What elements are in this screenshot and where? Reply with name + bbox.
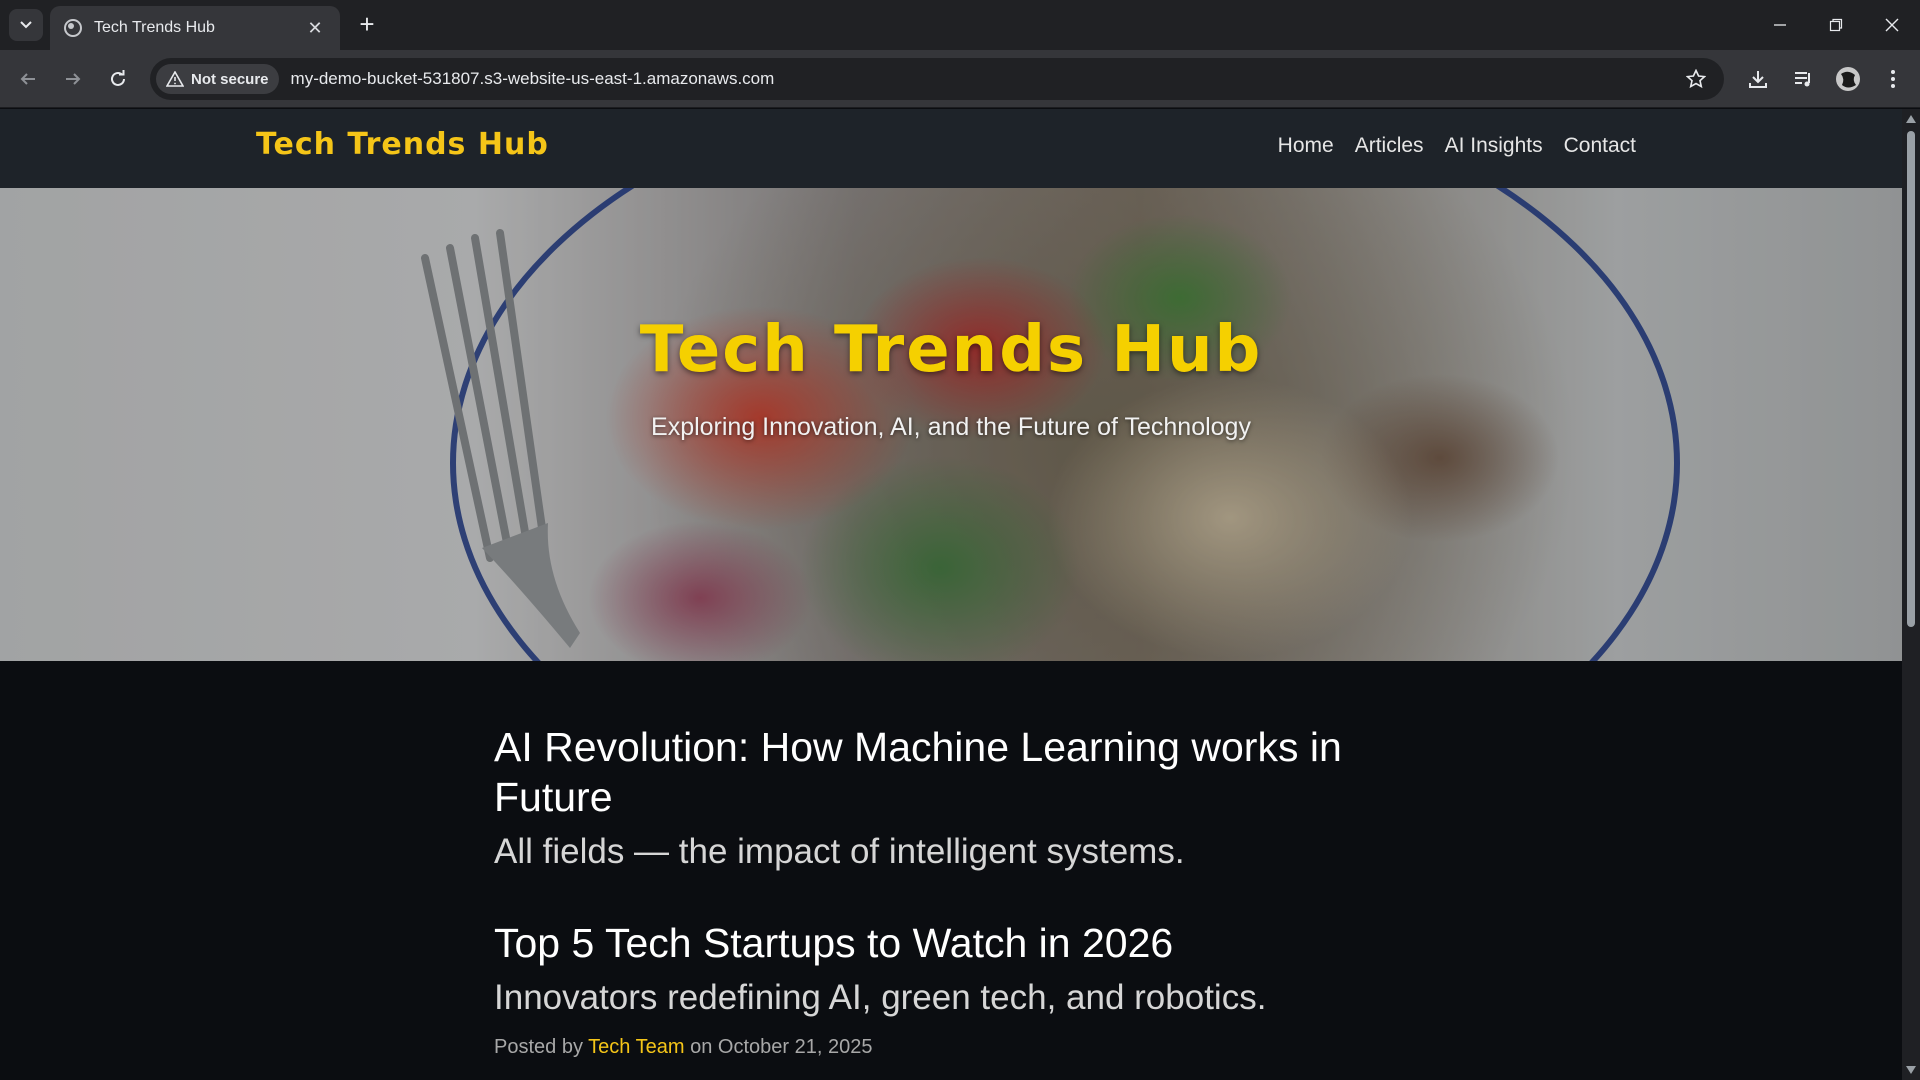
minimize-button[interactable] — [1752, 0, 1808, 50]
nav-link-articles[interactable]: Articles — [1355, 134, 1424, 158]
forward-button[interactable] — [55, 61, 91, 97]
arrow-right-icon — [66, 73, 81, 85]
article-title[interactable]: Top 5 Tech Startups to Watch in 2026 — [494, 918, 1414, 968]
site-header: Tech Trends Hub Home Articles AI Insight… — [0, 109, 1902, 188]
window-controls — [1752, 0, 1920, 50]
media-controls-button[interactable] — [1785, 61, 1821, 97]
reload-button[interactable] — [100, 61, 136, 97]
hero-title: Tech Trends Hub — [639, 313, 1263, 387]
browser-tab[interactable]: Tech Trends Hub ✕ — [50, 6, 340, 50]
downloads-button[interactable] — [1740, 61, 1776, 97]
nav-link-contact[interactable]: Contact — [1564, 134, 1636, 158]
url-text[interactable]: my-demo-bucket-531807.s3-website-us-east… — [291, 69, 1676, 89]
nav-link-home[interactable]: Home — [1278, 134, 1334, 158]
bookmark-button[interactable] — [1676, 59, 1716, 99]
article-card: Top 5 Tech Startups to Watch in 2026 Inn… — [494, 918, 1414, 1059]
address-bar[interactable]: Not secure my-demo-bucket-531807.s3-webs… — [150, 58, 1724, 100]
hero-subtitle: Exploring Innovation, AI, and the Future… — [651, 413, 1251, 441]
page-scrollbar[interactable] — [1902, 109, 1920, 1080]
security-label: Not secure — [191, 70, 269, 88]
close-icon — [1885, 18, 1899, 32]
tab-strip: Tech Trends Hub ✕ + — [0, 0, 1920, 50]
browser-toolbar: Not secure my-demo-bucket-531807.s3-webs… — [0, 50, 1920, 108]
article-subtitle: All fields — the impact of intelligent s… — [494, 832, 1185, 871]
article-card: AI Revolution: How Machine Learning work… — [494, 722, 1414, 874]
article-date: October 21, 2025 — [717, 1036, 873, 1058]
playlist-icon — [1795, 72, 1810, 87]
article-list: AI Revolution: How Machine Learning work… — [494, 722, 1414, 1080]
profile-button[interactable] — [1830, 61, 1866, 97]
nav-link-ai-insights[interactable]: AI Insights — [1445, 134, 1543, 158]
close-window-button[interactable] — [1864, 0, 1920, 50]
scroll-up-arrow-icon[interactable] — [1906, 115, 1916, 123]
close-tab-icon[interactable]: ✕ — [304, 18, 326, 39]
warning-icon — [166, 71, 184, 87]
download-icon — [1749, 71, 1767, 88]
new-tab-button[interactable]: + — [353, 10, 381, 38]
chevron-down-icon — [20, 21, 32, 29]
restore-icon — [1829, 18, 1843, 32]
reload-icon — [111, 70, 125, 86]
arrow-left-icon — [20, 73, 35, 85]
meta-on: on — [690, 1036, 713, 1058]
tab-title: Tech Trends Hub — [94, 19, 215, 36]
tab-search-button[interactable] — [9, 9, 43, 41]
scroll-thumb[interactable] — [1907, 131, 1915, 627]
meta-prefix: Posted by — [494, 1036, 583, 1058]
page-viewport: Tech Trends Hub Home Articles AI Insight… — [0, 109, 1902, 1080]
kebab-menu-icon — [1891, 70, 1895, 88]
star-icon — [1686, 69, 1706, 89]
security-indicator[interactable]: Not secure — [156, 64, 279, 94]
back-button[interactable] — [10, 61, 46, 97]
menu-button[interactable] — [1875, 61, 1911, 97]
globe-icon — [64, 19, 82, 37]
scroll-down-arrow-icon[interactable] — [1906, 1066, 1916, 1074]
article-title[interactable]: AI Revolution: How Machine Learning work… — [494, 722, 1414, 822]
avatar-icon — [1836, 67, 1860, 91]
hero-banner: Tech Trends Hub Exploring Innovation, AI… — [0, 188, 1902, 661]
article-meta: Posted by Tech Team on October 21, 2025 — [494, 1036, 1414, 1059]
author-link[interactable]: Tech Team — [588, 1036, 684, 1058]
site-logo[interactable]: Tech Trends Hub — [256, 127, 549, 162]
minimize-icon — [1774, 24, 1786, 26]
site-nav: Home Articles AI Insights Contact — [1278, 134, 1636, 158]
article-subtitle: Innovators redefining AI, green tech, an… — [494, 978, 1267, 1017]
restore-button[interactable] — [1808, 0, 1864, 50]
